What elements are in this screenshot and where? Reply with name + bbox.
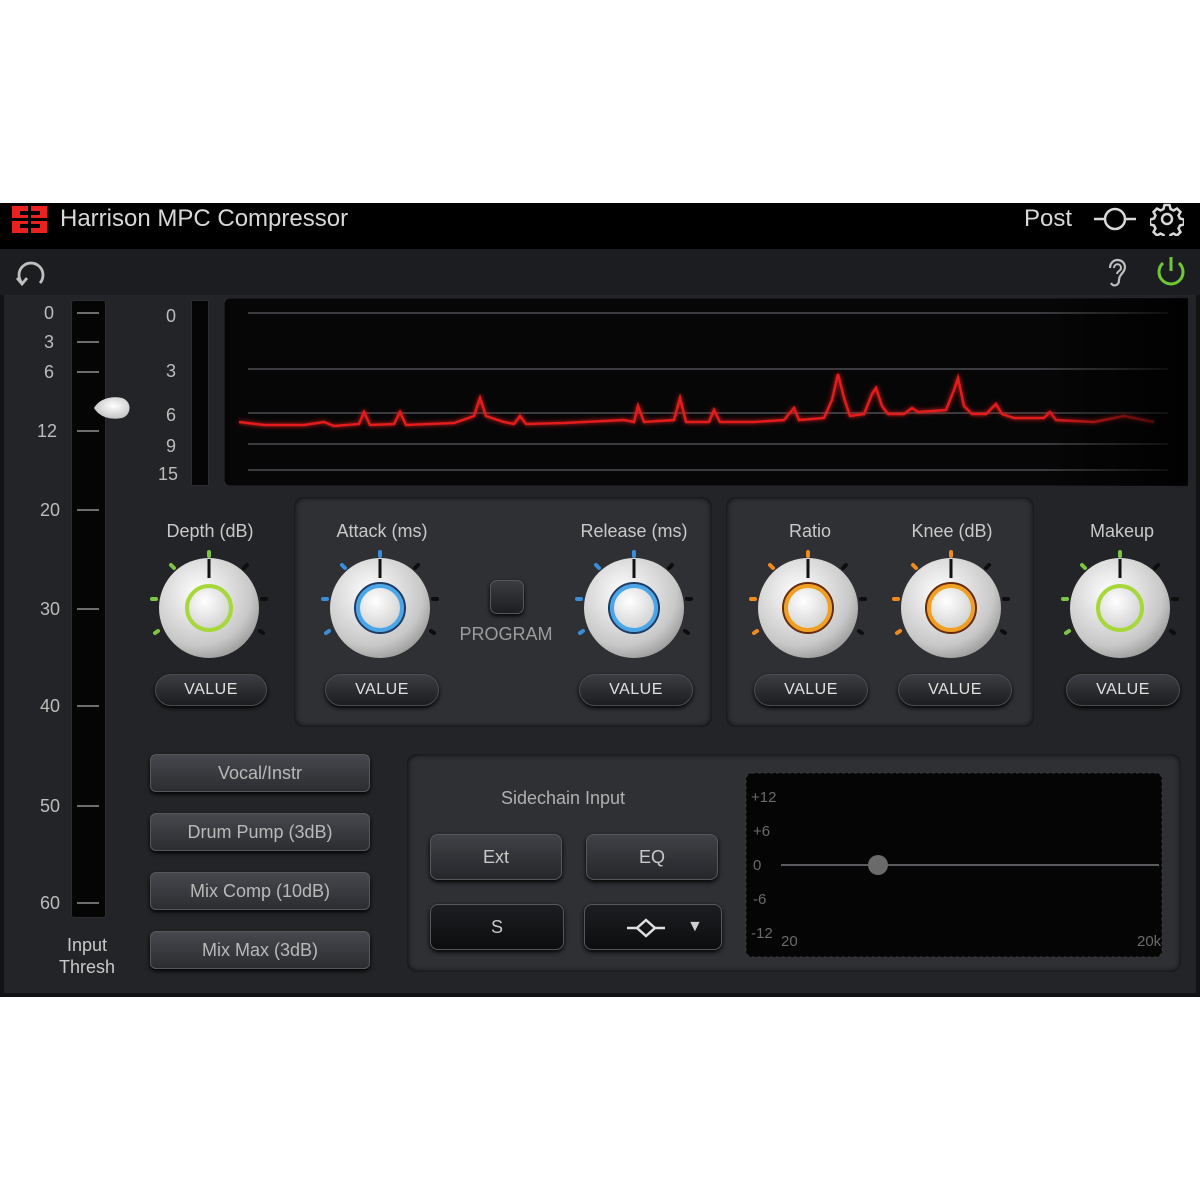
makeup-value-button[interactable]: VALUE <box>1066 674 1180 706</box>
attack-value-button[interactable]: VALUE <box>325 674 439 706</box>
eq-y-label: +12 <box>751 789 776 806</box>
thresh-handle[interactable] <box>92 394 132 422</box>
depth-value-button[interactable]: VALUE <box>155 674 267 706</box>
sidechain-routing-icon[interactable] <box>1092 203 1138 235</box>
program-label: PROGRAM <box>459 624 553 644</box>
release-value-button[interactable]: VALUE <box>579 674 693 706</box>
input-scale-label: 40 <box>39 696 60 716</box>
knee-value-button[interactable]: VALUE <box>898 674 1012 706</box>
input-scale-label: 3 <box>43 332 54 352</box>
reset-icon[interactable] <box>14 256 48 288</box>
preset-drum-pump-button[interactable]: Drum Pump (3dB) <box>150 813 370 851</box>
gr-scale-label: 3 <box>165 361 176 381</box>
ratio-knob[interactable] <box>745 546 871 672</box>
preset-mix-max-button[interactable]: Mix Max (3dB) <box>150 931 370 969</box>
eq-x-label-start: 20 <box>781 933 798 950</box>
sidechain-eq-button[interactable]: EQ <box>586 834 718 880</box>
sidechain-title: Sidechain Input <box>500 788 626 808</box>
gr-meter-bar <box>191 300 209 486</box>
input-scale-label: 20 <box>39 500 60 520</box>
preset-vocal-instr-button[interactable]: Vocal/Instr <box>150 754 370 792</box>
makeup-label: Makeup <box>1089 521 1155 541</box>
ratio-label: Ratio <box>788 521 832 541</box>
release-label: Release (ms) <box>580 521 688 541</box>
attack-knob[interactable] <box>317 546 443 672</box>
gr-scale-label: 0 <box>165 306 176 326</box>
depth-label: Depth (dB) <box>166 521 254 541</box>
eq-y-label: +6 <box>753 823 770 840</box>
input-scale-label: 6 <box>43 362 54 382</box>
gain-reduction-display <box>224 298 1188 486</box>
input-scale-label: 0 <box>43 303 54 323</box>
filter-shape-icon <box>627 918 665 938</box>
app-title: Harrison MPC Compressor <box>60 205 349 232</box>
input-scale-label: 50 <box>39 796 60 816</box>
depth-knob[interactable] <box>146 546 272 672</box>
ratio-value-button[interactable]: VALUE <box>754 674 868 706</box>
gear-icon[interactable] <box>1150 202 1184 236</box>
makeup-knob[interactable] <box>1057 546 1183 672</box>
input-scale-label: 30 <box>39 599 60 619</box>
sidechain-filter-dropdown[interactable]: ▼ <box>584 904 722 950</box>
knee-knob[interactable] <box>888 546 1014 672</box>
sidechain-solo-button[interactable]: S <box>430 904 564 950</box>
gr-scale-label: 6 <box>165 405 176 425</box>
gr-scale-label: 15 <box>157 464 178 484</box>
eq-x-label-end: 20k <box>1137 933 1162 950</box>
sidechain-eq-graph[interactable]: +12 +6 0 -6 -12 20 20k <box>745 772 1163 958</box>
preset-mix-comp-button[interactable]: Mix Comp (10dB) <box>150 872 370 910</box>
power-icon[interactable] <box>1154 254 1188 288</box>
input-scale-label: 60 <box>39 893 60 913</box>
mode-post-button[interactable]: Post <box>1024 203 1072 235</box>
gr-scale-label: 9 <box>165 436 176 456</box>
ear-icon[interactable] <box>1104 254 1130 290</box>
harrison-logo-icon <box>12 206 47 233</box>
chevron-down-icon: ▼ <box>687 918 703 935</box>
release-knob[interactable] <box>571 546 697 672</box>
input-thresh-caption: Input Thresh <box>58 935 116 977</box>
sidechain-ext-button[interactable]: Ext <box>430 834 562 880</box>
input-scale-label: 12 <box>36 421 57 441</box>
eq-y-label: 0 <box>753 857 761 874</box>
eq-y-label: -12 <box>751 925 773 942</box>
attack-label: Attack (ms) <box>336 521 428 541</box>
program-toggle[interactable] <box>490 580 524 614</box>
toolbar <box>0 249 1200 295</box>
eq-y-label: -6 <box>753 891 766 908</box>
knee-label: Knee (dB) <box>911 521 993 541</box>
